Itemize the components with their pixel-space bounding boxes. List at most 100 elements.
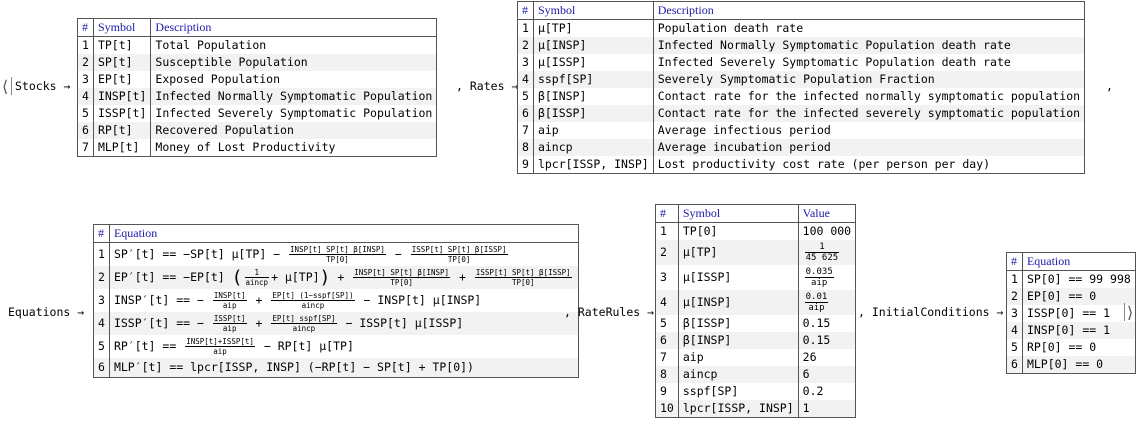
equation-index: 4: [93, 312, 110, 335]
raterules-row-index: 10: [655, 400, 679, 418]
raterules-row-value: 0.15: [802, 316, 831, 330]
raterules-row: 6 β[INSP] 0.15: [655, 332, 856, 349]
rates-row-description: Average incubation period: [657, 140, 831, 154]
raterules-header-index: #: [655, 204, 679, 223]
stocks-row-description: Infected Normally Symptomatic Population: [155, 89, 433, 103]
raterules-row-index: 8: [655, 366, 679, 383]
rates-row-description: Severely Symptomatic Population Fraction: [657, 72, 935, 86]
rates-row-symbol: lpcr[ISSP, INSP]: [533, 156, 654, 174]
equation-index: 3: [93, 289, 110, 312]
raterules-row-index: 6: [655, 332, 679, 349]
rates-row: 2 μ[INSP] Infected Normally Symptomatic Po…: [517, 37, 1085, 54]
rates-row: 3 μ[ISSP] Infected Severely Symptomatic Po…: [517, 54, 1085, 71]
rates-row: 5 β[INSP] Contact rate for the infected no…: [517, 88, 1085, 105]
raterules-row-value: 100 000: [802, 224, 852, 238]
stocks-row-description: Susceptible Population: [155, 55, 308, 69]
initialconditions-key: , InitialConditions →: [858, 305, 1004, 319]
rates-row-index: 6: [517, 105, 534, 122]
rates-row-symbol: μ[ISSP]: [533, 54, 654, 71]
equation-index: 1: [93, 242, 110, 266]
raterules-row-value: 26: [802, 350, 817, 364]
raterules-row-symbol: β[ISSP]: [678, 315, 799, 332]
rates-row-symbol: μ[TP]: [533, 19, 654, 37]
equations-key: Equations →: [8, 305, 85, 319]
raterules-row: 5 β[ISSP] 0.15: [655, 315, 856, 332]
rates-row-description: Infected Severely Symptomatic Population…: [657, 55, 1011, 69]
fraction: 0.01 aip: [804, 292, 829, 313]
raterules-header-symbol: Symbol: [678, 204, 799, 223]
stocks-row-index: 2: [77, 54, 94, 71]
initialconditions-row-equation: EP[0] == 0: [1026, 289, 1097, 303]
stocks-row: 1 TP[t] Total Population: [77, 36, 437, 54]
raterules-row-value: 1: [802, 401, 810, 415]
stocks-header-description: Description: [155, 20, 212, 34]
rates-header-description: Description: [657, 3, 714, 17]
association-open-bar: [11, 77, 12, 95]
raterules-row-symbol: μ[ISSP]: [678, 265, 799, 290]
equations-header-index: #: [93, 224, 110, 243]
raterules-row-value: 0.2: [802, 384, 824, 398]
raterules-row-symbol: β[INSP]: [678, 332, 799, 349]
raterules-row-index: 1: [655, 222, 679, 240]
stocks-row: 3 EP[t] Exposed Population: [77, 71, 437, 88]
raterules-table: # Symbol Value 1 TP[0] 100 000 2 μ[TP] 1 45 62…: [655, 204, 857, 418]
rates-row-index: 9: [517, 156, 534, 174]
equation-rp: RP′[t] == INSP[t]+ISSP[t] aip − RP[t] μ[T…: [113, 337, 354, 356]
rates-row: 9 lpcr[ISSP, INSP] Lost productivity cost …: [517, 156, 1085, 174]
rates-row-symbol: sspf[SP]: [533, 71, 654, 88]
rates-row-symbol: aincp: [533, 139, 654, 156]
raterules-row-value: 6: [802, 367, 810, 381]
rates-row-symbol: μ[INSP]: [533, 37, 654, 54]
rates-row-symbol: β[ISSP]: [533, 105, 654, 122]
raterules-row: 1 TP[0] 100 000: [655, 222, 856, 240]
initialconditions-table: # Equation 1 SP[0] == 99 998 2 EP[0] == 03I…: [1006, 252, 1136, 374]
initialconditions-header-equation: Equation: [1026, 254, 1071, 268]
raterules-row-symbol: aip: [678, 349, 799, 366]
stocks-row-index: 6: [77, 122, 94, 139]
initialconditions-row: 4 INSP[0] == 1: [1006, 322, 1136, 339]
raterules-row-value: 0.01 aip: [798, 290, 855, 315]
stocks-row: 6 RP[t] Recovered Population: [77, 122, 437, 139]
stocks-row-symbol: RP[t]: [93, 122, 152, 139]
equation-mlp: MLP′[t] == lpcr[ISSP, INSP] (−RP[t] − SP…: [113, 360, 474, 374]
stocks-header-symbol: Symbol: [93, 18, 152, 37]
initialconditions-row: 6 MLP[0] == 0: [1006, 356, 1136, 374]
rates-row-description: Lost productivity cost rate (per person …: [657, 157, 991, 171]
rates-header-index: #: [517, 1, 534, 20]
initialconditions-row: 5 RP[0] == 0: [1006, 339, 1136, 356]
raterules-row-value: 0.15: [802, 333, 831, 347]
raterules-row-symbol: sspf[SP]: [678, 383, 799, 400]
initialconditions-row-equation: RP[0] == 0: [1026, 340, 1097, 354]
equation-ep: EP′[t] == −EP[t] (1 aincp + μ[TP]) + INSP[…: [113, 267, 572, 288]
equation-row: 2 EP′[t] == −EP[t] (1 aincp + μ[TP]) + INS…: [93, 266, 579, 289]
rates-row-description: Infected Normally Symptomatic Population…: [657, 38, 1011, 52]
rates-row-index: 4: [517, 71, 534, 88]
raterules-row-symbol: TP[0]: [678, 222, 799, 240]
initialconditions-row-equation: ISSP[0] == 1: [1026, 306, 1111, 320]
association-open-bracket: ⟨: [2, 77, 9, 96]
equation-issp: ISSP′[t] == − ISSP[t] aip + EP[t] sspf[SP…: [113, 314, 464, 333]
initialconditions-header-index: #: [1006, 252, 1023, 271]
stocks-row-index: 1: [77, 36, 94, 54]
raterules-row-index: 3: [655, 265, 679, 290]
rates-row-index: 1: [517, 19, 534, 37]
rates-row-description: Contact rate for the infected normally s…: [657, 89, 1081, 103]
rates-row-description: Average infectious period: [657, 123, 831, 137]
equation-index: 5: [93, 335, 110, 358]
stocks-row-index: 4: [77, 88, 94, 105]
raterules-row: 9 sspf[SP] 0.2: [655, 383, 856, 400]
equation-insp: INSP′[t] == − INSP[t] aip + EP[t] (1−sspf…: [113, 291, 482, 310]
equations-header-equation: Equation: [113, 226, 158, 240]
rates-row-symbol: aip: [533, 122, 654, 139]
rates-row: 8 aincp Average incubation period: [517, 139, 1085, 156]
stocks-header-index: #: [77, 18, 94, 37]
rates-row-index: 8: [517, 139, 534, 156]
equation-row: 3 INSP′[t] == − INSP[t] aip + EP[t] (1−ss…: [93, 289, 579, 312]
raterules-row: 3 μ[ISSP] 0.035 aip: [655, 265, 856, 290]
stocks-row-symbol: SP[t]: [93, 54, 152, 71]
initialconditions-row-index: 2: [1006, 288, 1023, 305]
initialconditions-row: 2 EP[0] == 0: [1006, 288, 1136, 305]
stocks-row-symbol: ISSP[t]: [93, 105, 152, 122]
equation-row: 6 MLP′[t] == lpcr[ISSP, INSP] (−RP[t] − …: [93, 358, 579, 378]
rates-row-index: 2: [517, 37, 534, 54]
